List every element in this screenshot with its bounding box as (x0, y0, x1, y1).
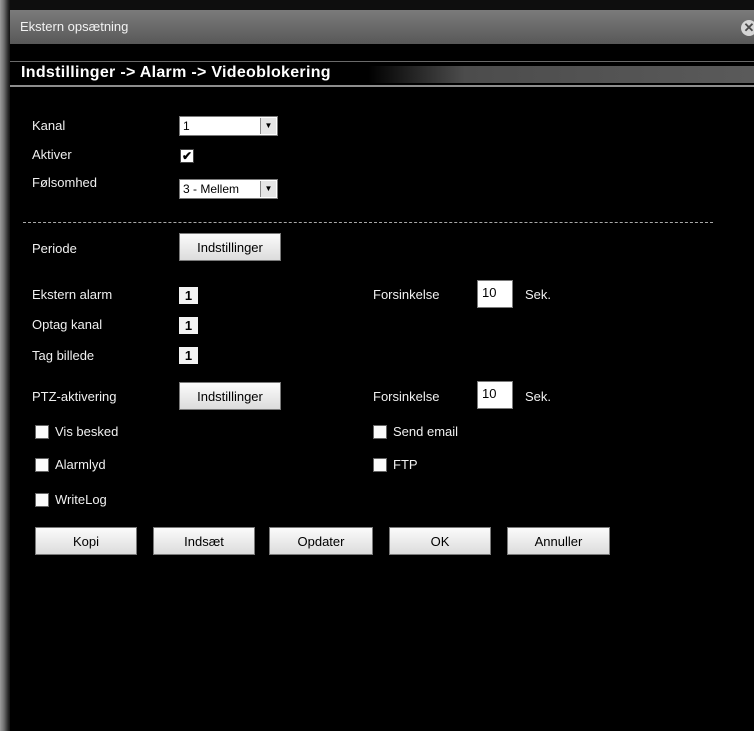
close-icon[interactable]: ✕ (741, 20, 754, 36)
ftp-checkbox[interactable] (373, 458, 387, 472)
forsinkelse-label: Forsinkelse (373, 287, 440, 302)
forsinkelse-label: Forsinkelse (373, 389, 440, 404)
forsinkelse-input[interactable]: 10 (477, 381, 513, 409)
chevron-down-icon[interactable]: ▼ (260, 181, 276, 197)
aktiver-checkbox[interactable]: ✔ (180, 149, 194, 163)
periode-label: Periode (32, 241, 77, 256)
forsinkelse-unit: Sek. (525, 389, 552, 404)
window-frame (0, 0, 10, 731)
breadcrumb-bar-gradient (368, 66, 754, 83)
section-divider (23, 222, 713, 223)
window-title: Ekstern opsætning (20, 19, 129, 34)
writelog-label: WriteLog (55, 492, 107, 507)
writelog-checkbox[interactable] (35, 493, 49, 507)
chevron-down-icon[interactable]: ▼ (260, 118, 276, 134)
send-email-label: Send email (393, 424, 459, 439)
breadcrumb: Indstillinger -> Alarm -> Videoblokering (21, 64, 331, 81)
vis-besked-checkbox[interactable] (35, 425, 49, 439)
ok-button[interactable]: OK (389, 527, 491, 555)
folsomhed-value: 3 - Mellem (183, 182, 240, 196)
indsaet-button[interactable]: Indsæt (153, 527, 255, 555)
tag-billede-channel[interactable]: 1 (179, 347, 198, 364)
alarmlyd-checkbox[interactable] (35, 458, 49, 472)
annuller-button[interactable]: Annuller (507, 527, 610, 555)
ptz-label: PTZ-aktivering (32, 389, 117, 404)
kanal-select[interactable]: 1 ▼ (179, 116, 278, 136)
forsinkelse-unit: Sek. (525, 287, 552, 302)
optag-kanal-channel[interactable]: 1 (179, 317, 198, 334)
title-bar: Ekstern opsætning ✕ (10, 10, 754, 44)
aktiver-label: Aktiver (32, 147, 72, 162)
folsomhed-label: Følsomhed (32, 175, 98, 190)
content-area (10, 44, 754, 731)
kanal-label: Kanal (32, 118, 66, 133)
vis-besked-label: Vis besked (55, 424, 119, 439)
opdater-button[interactable]: Opdater (269, 527, 373, 555)
kopi-button[interactable]: Kopi (35, 527, 137, 555)
ekstern-alarm-channel[interactable]: 1 (179, 287, 198, 304)
forsinkelse-input[interactable]: 10 (477, 280, 513, 308)
ptz-settings-button[interactable]: Indstillinger (179, 382, 281, 410)
folsomhed-select[interactable]: 3 - Mellem ▼ (179, 179, 278, 199)
send-email-checkbox[interactable] (373, 425, 387, 439)
optag-kanal-label: Optag kanal (32, 317, 103, 332)
periode-settings-button[interactable]: Indstillinger (179, 233, 281, 261)
tag-billede-label: Tag billede (32, 348, 95, 363)
ekstern-alarm-label: Ekstern alarm (32, 287, 113, 302)
ftp-label: FTP (393, 457, 418, 472)
kanal-value: 1 (183, 119, 190, 133)
alarmlyd-label: Alarmlyd (55, 457, 106, 472)
